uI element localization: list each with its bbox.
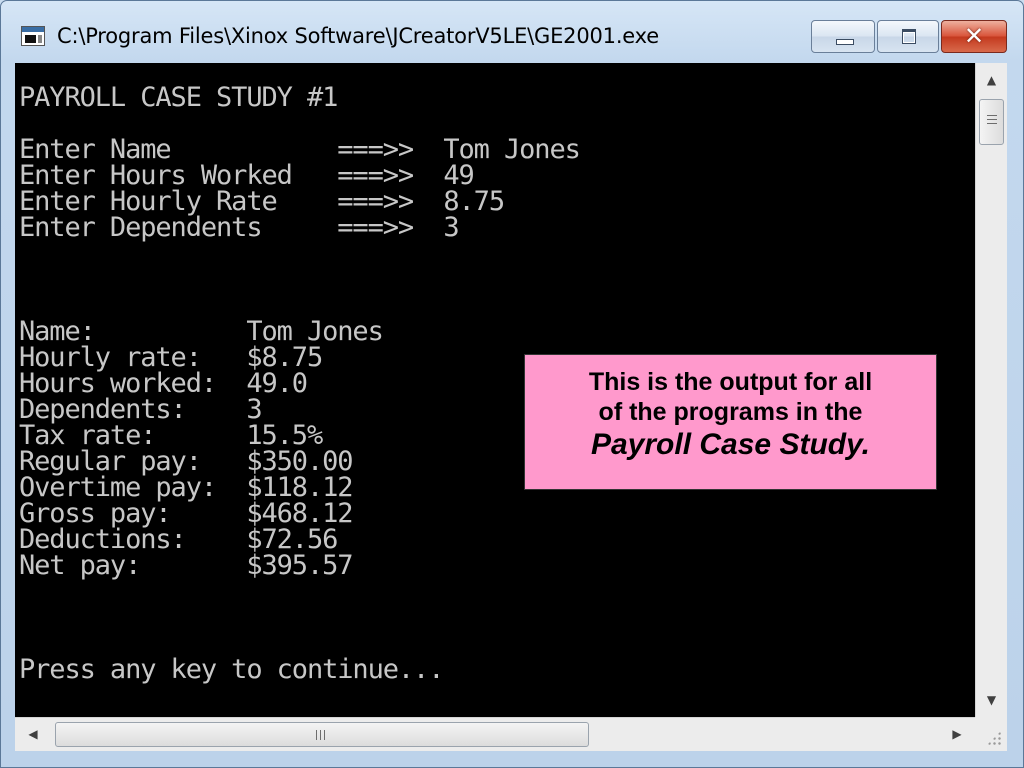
app-icon-bar — [22, 27, 44, 32]
vertical-scrollbar[interactable]: ▲ ▼ — [975, 63, 1007, 717]
app-icon-screen — [25, 35, 36, 43]
callout-line-2: of the programs in the — [598, 398, 863, 426]
grip-icon — [316, 730, 328, 740]
minimize-button[interactable] — [811, 20, 875, 53]
maximize-icon — [902, 29, 916, 44]
scroll-left-button[interactable]: ◀ — [17, 718, 49, 751]
annotation-callout: This is the output for all of the progra… — [524, 354, 937, 490]
horizontal-scrollbar[interactable]: ◀ ▶ — [15, 717, 975, 751]
grip-icon — [987, 115, 997, 127]
close-icon: ✕ — [963, 22, 985, 50]
callout-line-3: Payroll Case Study. — [591, 428, 870, 461]
scroll-right-button[interactable]: ▶ — [941, 718, 973, 751]
console-app-icon[interactable] — [21, 26, 45, 46]
resize-grip-icon — [987, 731, 1001, 745]
window-title: C:\Program Files\Xinox Software\JCreator… — [57, 24, 659, 48]
scroll-down-button[interactable]: ▼ — [976, 685, 1007, 715]
resize-grip[interactable] — [975, 717, 1007, 751]
horizontal-scroll-thumb[interactable] — [55, 722, 589, 747]
close-button[interactable]: ✕ — [941, 20, 1007, 53]
app-icon-cursor — [38, 35, 42, 43]
callout-line-1: This is the output for all — [588, 368, 873, 396]
minimize-icon — [836, 39, 854, 45]
maximize-button[interactable] — [877, 20, 939, 53]
console-window: C:\Program Files\Xinox Software\JCreator… — [0, 0, 1024, 768]
vertical-scroll-thumb[interactable] — [979, 99, 1004, 145]
title-bar[interactable]: C:\Program Files\Xinox Software\JCreator… — [1, 1, 1023, 63]
console-text: PAYROLL CASE STUDY #1 Enter Name ===>> T… — [19, 82, 581, 685]
scroll-up-button[interactable]: ▲ — [976, 65, 1007, 95]
